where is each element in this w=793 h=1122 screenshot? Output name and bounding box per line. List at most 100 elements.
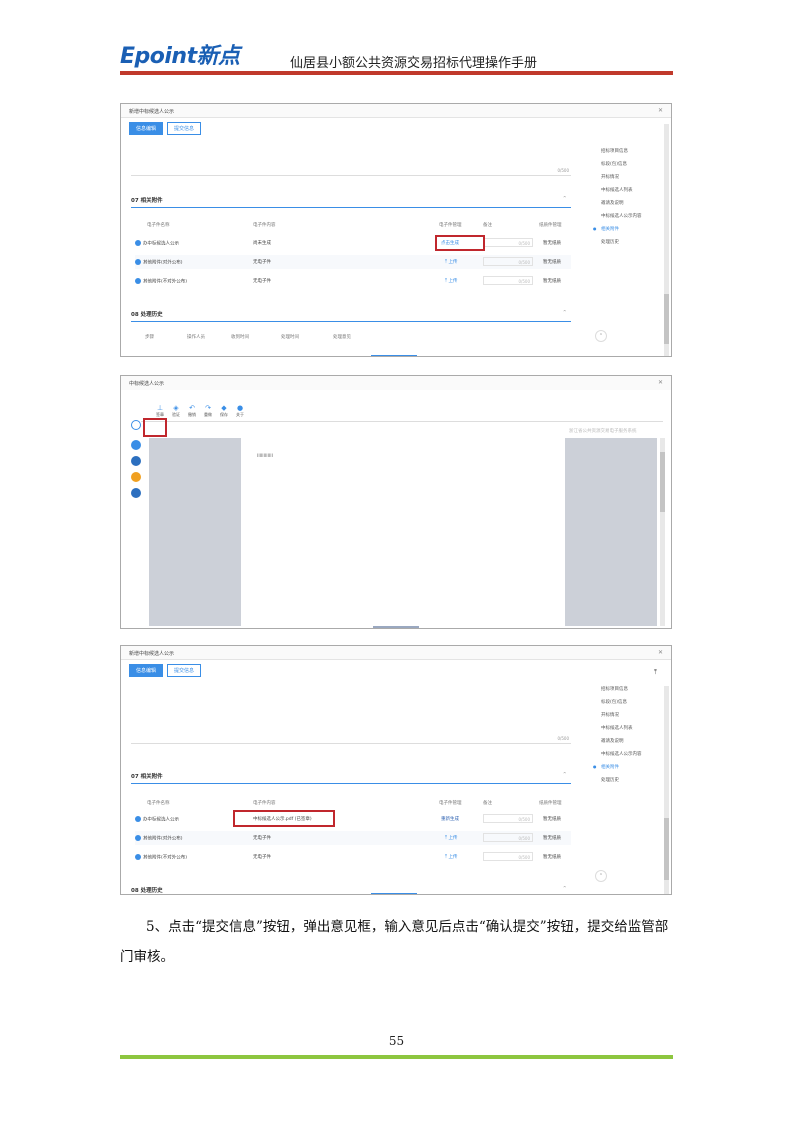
table-row: 其他附件(不对外公布) 无电子件 ⤒ 上传 0/500 暂无纸质	[135, 274, 571, 288]
shield-icon: ◈	[173, 404, 179, 412]
section-history: 08 处理历史 ⌃	[131, 886, 567, 894]
content-textarea[interactable]: 0/500	[131, 708, 571, 744]
close-icon[interactable]: ✕	[658, 107, 663, 114]
tab-bar: 信息编辑 提交信息	[121, 118, 671, 139]
instruction-paragraph: 5、点击“提交信息”按钮，弹出意见框，输入意见后点击“确认提交”按钮，提交给监管…	[120, 919, 669, 965]
grid-icon[interactable]	[131, 456, 141, 466]
pdf-side-tools	[129, 420, 143, 504]
scroll-indicator	[371, 893, 417, 894]
note-input[interactable]: 0/500	[483, 238, 533, 247]
char-counter: 0/500	[557, 736, 569, 741]
chevron-up-icon[interactable]: ⌃	[562, 772, 567, 778]
chevron-up-icon[interactable]: ⌃	[562, 310, 567, 316]
nav-item[interactable]: 招标项目信息	[601, 686, 671, 699]
redo-button[interactable]: ↷ 重做	[201, 404, 215, 418]
window-titlebar: 中标候选人公示 ✕	[121, 376, 671, 390]
upload-link[interactable]: ⤒ 上传	[445, 835, 457, 841]
nav-item[interactable]: 邀请及说明	[601, 200, 671, 213]
sign-button[interactable]: ⊥ 签章	[153, 404, 167, 418]
regenerate-link[interactable]: 重新生成	[441, 816, 459, 822]
info-icon	[135, 854, 141, 860]
document-title: 仙居县小额公共资源交易招标代理操作手册	[290, 56, 538, 71]
close-icon[interactable]: ✕	[658, 379, 663, 386]
highlight-generate	[435, 235, 485, 251]
home-icon[interactable]	[131, 420, 141, 430]
about-button[interactable]: ● 关于	[233, 404, 247, 418]
section-nav: 招标项目信息 标段(包)信息 开标情况 中标候选人列表 邀请及说明 中标候选人公…	[593, 686, 671, 790]
upload-icon: ⤒	[445, 836, 447, 841]
nav-item[interactable]: 中标候选人列表	[601, 187, 671, 200]
undo-button[interactable]: ↶ 撤销	[185, 404, 199, 418]
nav-item[interactable]: 开标情况	[601, 174, 671, 187]
pdf-toolbar: ⊥ 签章 ◈ 验证 ↶ 撤销 ↷ 重做 ◆ 保存 ● 关于	[141, 402, 663, 422]
nav-item[interactable]: 开标情况	[601, 712, 671, 725]
highlight-sign	[143, 418, 167, 437]
table-header: 电子件名称 电子件内容 电子件管理 备注 纸质件管理	[147, 223, 562, 228]
nav-item[interactable]: 标段(包)信息	[601, 699, 671, 712]
nav-item-active[interactable]: 相关附件	[593, 764, 671, 777]
upload-icon: ⤒	[445, 260, 447, 265]
screenshot-signed-result: 新增中标候选人公示 ✕ 信息编辑 提交信息 ⤒ 0/500 07 相关附件 ⌃ …	[120, 645, 672, 895]
tab-submit-info[interactable]: 提交信息	[167, 664, 202, 677]
section-history: 08 处理历史 ⌃	[131, 310, 571, 322]
scroll-indicator	[371, 355, 417, 356]
note-input[interactable]: 0/500	[483, 814, 533, 823]
page-icon[interactable]	[131, 440, 141, 450]
upload-icon: ⤒	[445, 855, 447, 860]
stamp-icon: ⊥	[156, 404, 164, 412]
note-input[interactable]: 0/500	[483, 257, 533, 266]
table-row: 其他附件(不对外公布) 无电子件 ⤒ 上传 0/500 暂无纸质	[135, 850, 571, 864]
nav-item[interactable]: 处理历史	[601, 777, 671, 790]
table-row: 办中标候选人公示 中标候选人公示.pdf (已签章) 重新生成 0/500 暂无…	[135, 812, 571, 826]
pdf-page-text: IIIIIIIIIIII	[257, 454, 273, 459]
scroll-top-button[interactable]: ⌃	[595, 870, 607, 882]
close-icon[interactable]: ✕	[658, 649, 663, 656]
tab-submit-info[interactable]: 提交信息	[167, 122, 202, 135]
screenshot-pdf-signing: 中标候选人公示 ✕ ⊥ 签章 ◈ 验证 ↶ 撤销 ↷ 重做 ◆ 保存 ● 关于 IIIIII…	[120, 375, 672, 629]
nav-item[interactable]: 中标候选人公示内容	[601, 213, 671, 226]
note-input[interactable]: 0/500	[483, 276, 533, 285]
scroll-indicator	[373, 626, 419, 628]
tab-edit-info[interactable]: 信息编辑	[129, 664, 164, 677]
upload-link[interactable]: ⤒ 上传	[445, 854, 457, 860]
note-input[interactable]: 0/500	[483, 833, 533, 842]
verify-button[interactable]: ◈ 验证	[169, 404, 183, 418]
section-nav: 招标项目信息 标段(包)信息 开标情况 中标候选人列表 邀请及说明 中标候选人公…	[593, 148, 671, 252]
nav-item[interactable]: 中标候选人列表	[601, 725, 671, 738]
save-button[interactable]: ◆ 保存	[217, 404, 231, 418]
tab-edit-info[interactable]: 信息编辑	[129, 122, 164, 135]
upload-link[interactable]: ⤒ 上传	[445, 278, 457, 284]
note-input[interactable]: 0/500	[483, 852, 533, 861]
scrollbar-thumb[interactable]	[664, 294, 669, 344]
upload-link[interactable]: ⤒ 上传	[445, 259, 457, 265]
scroll-top-button[interactable]: ⌃	[595, 330, 607, 342]
nav-item[interactable]: 标段(包)信息	[601, 161, 671, 174]
chevron-up-icon[interactable]: ⌃	[562, 886, 567, 892]
scrollbar-thumb[interactable]	[664, 818, 669, 880]
section-attachments: 07 相关附件 ⌃	[131, 196, 571, 208]
window-title: 中标候选人公示	[129, 381, 165, 387]
nav-item[interactable]: 处理历史	[601, 239, 671, 252]
history-header: 步骤 操作人员 收到时间 处理时间 处理意见	[145, 335, 351, 340]
chevron-up-icon[interactable]: ⌃	[562, 196, 567, 202]
nav-item[interactable]: 邀请及说明	[601, 738, 671, 751]
char-counter: 0/500	[557, 168, 569, 173]
upload-icon[interactable]: ⤒	[654, 668, 657, 677]
info-icon	[135, 816, 141, 822]
nav-item[interactable]: 招标项目信息	[601, 148, 671, 161]
scrollbar-thumb[interactable]	[660, 452, 665, 512]
table-row: 办中标候选人公示 尚未生成 点击生成 0/500 暂无纸质	[135, 236, 571, 250]
nav-item-active[interactable]: 相关附件	[593, 226, 671, 239]
edit-icon[interactable]	[131, 472, 141, 482]
info-icon	[135, 835, 141, 841]
search-icon[interactable]	[131, 488, 141, 498]
pdf-page[interactable]: IIIIIIIIIIII	[241, 438, 565, 626]
table-row: 其他附件(对外公布) 无电子件 ⤒ 上传 0/500 暂无纸质	[135, 255, 571, 269]
epoint-logo: Epoint新点	[120, 44, 240, 69]
info-icon	[135, 259, 141, 265]
highlight-signed-file	[233, 810, 335, 827]
upload-icon: ⤒	[445, 279, 447, 284]
tab-bar: 信息编辑 提交信息	[121, 660, 671, 681]
nav-item[interactable]: 中标候选人公示内容	[601, 751, 671, 764]
content-textarea[interactable]: 0/500	[131, 140, 571, 176]
